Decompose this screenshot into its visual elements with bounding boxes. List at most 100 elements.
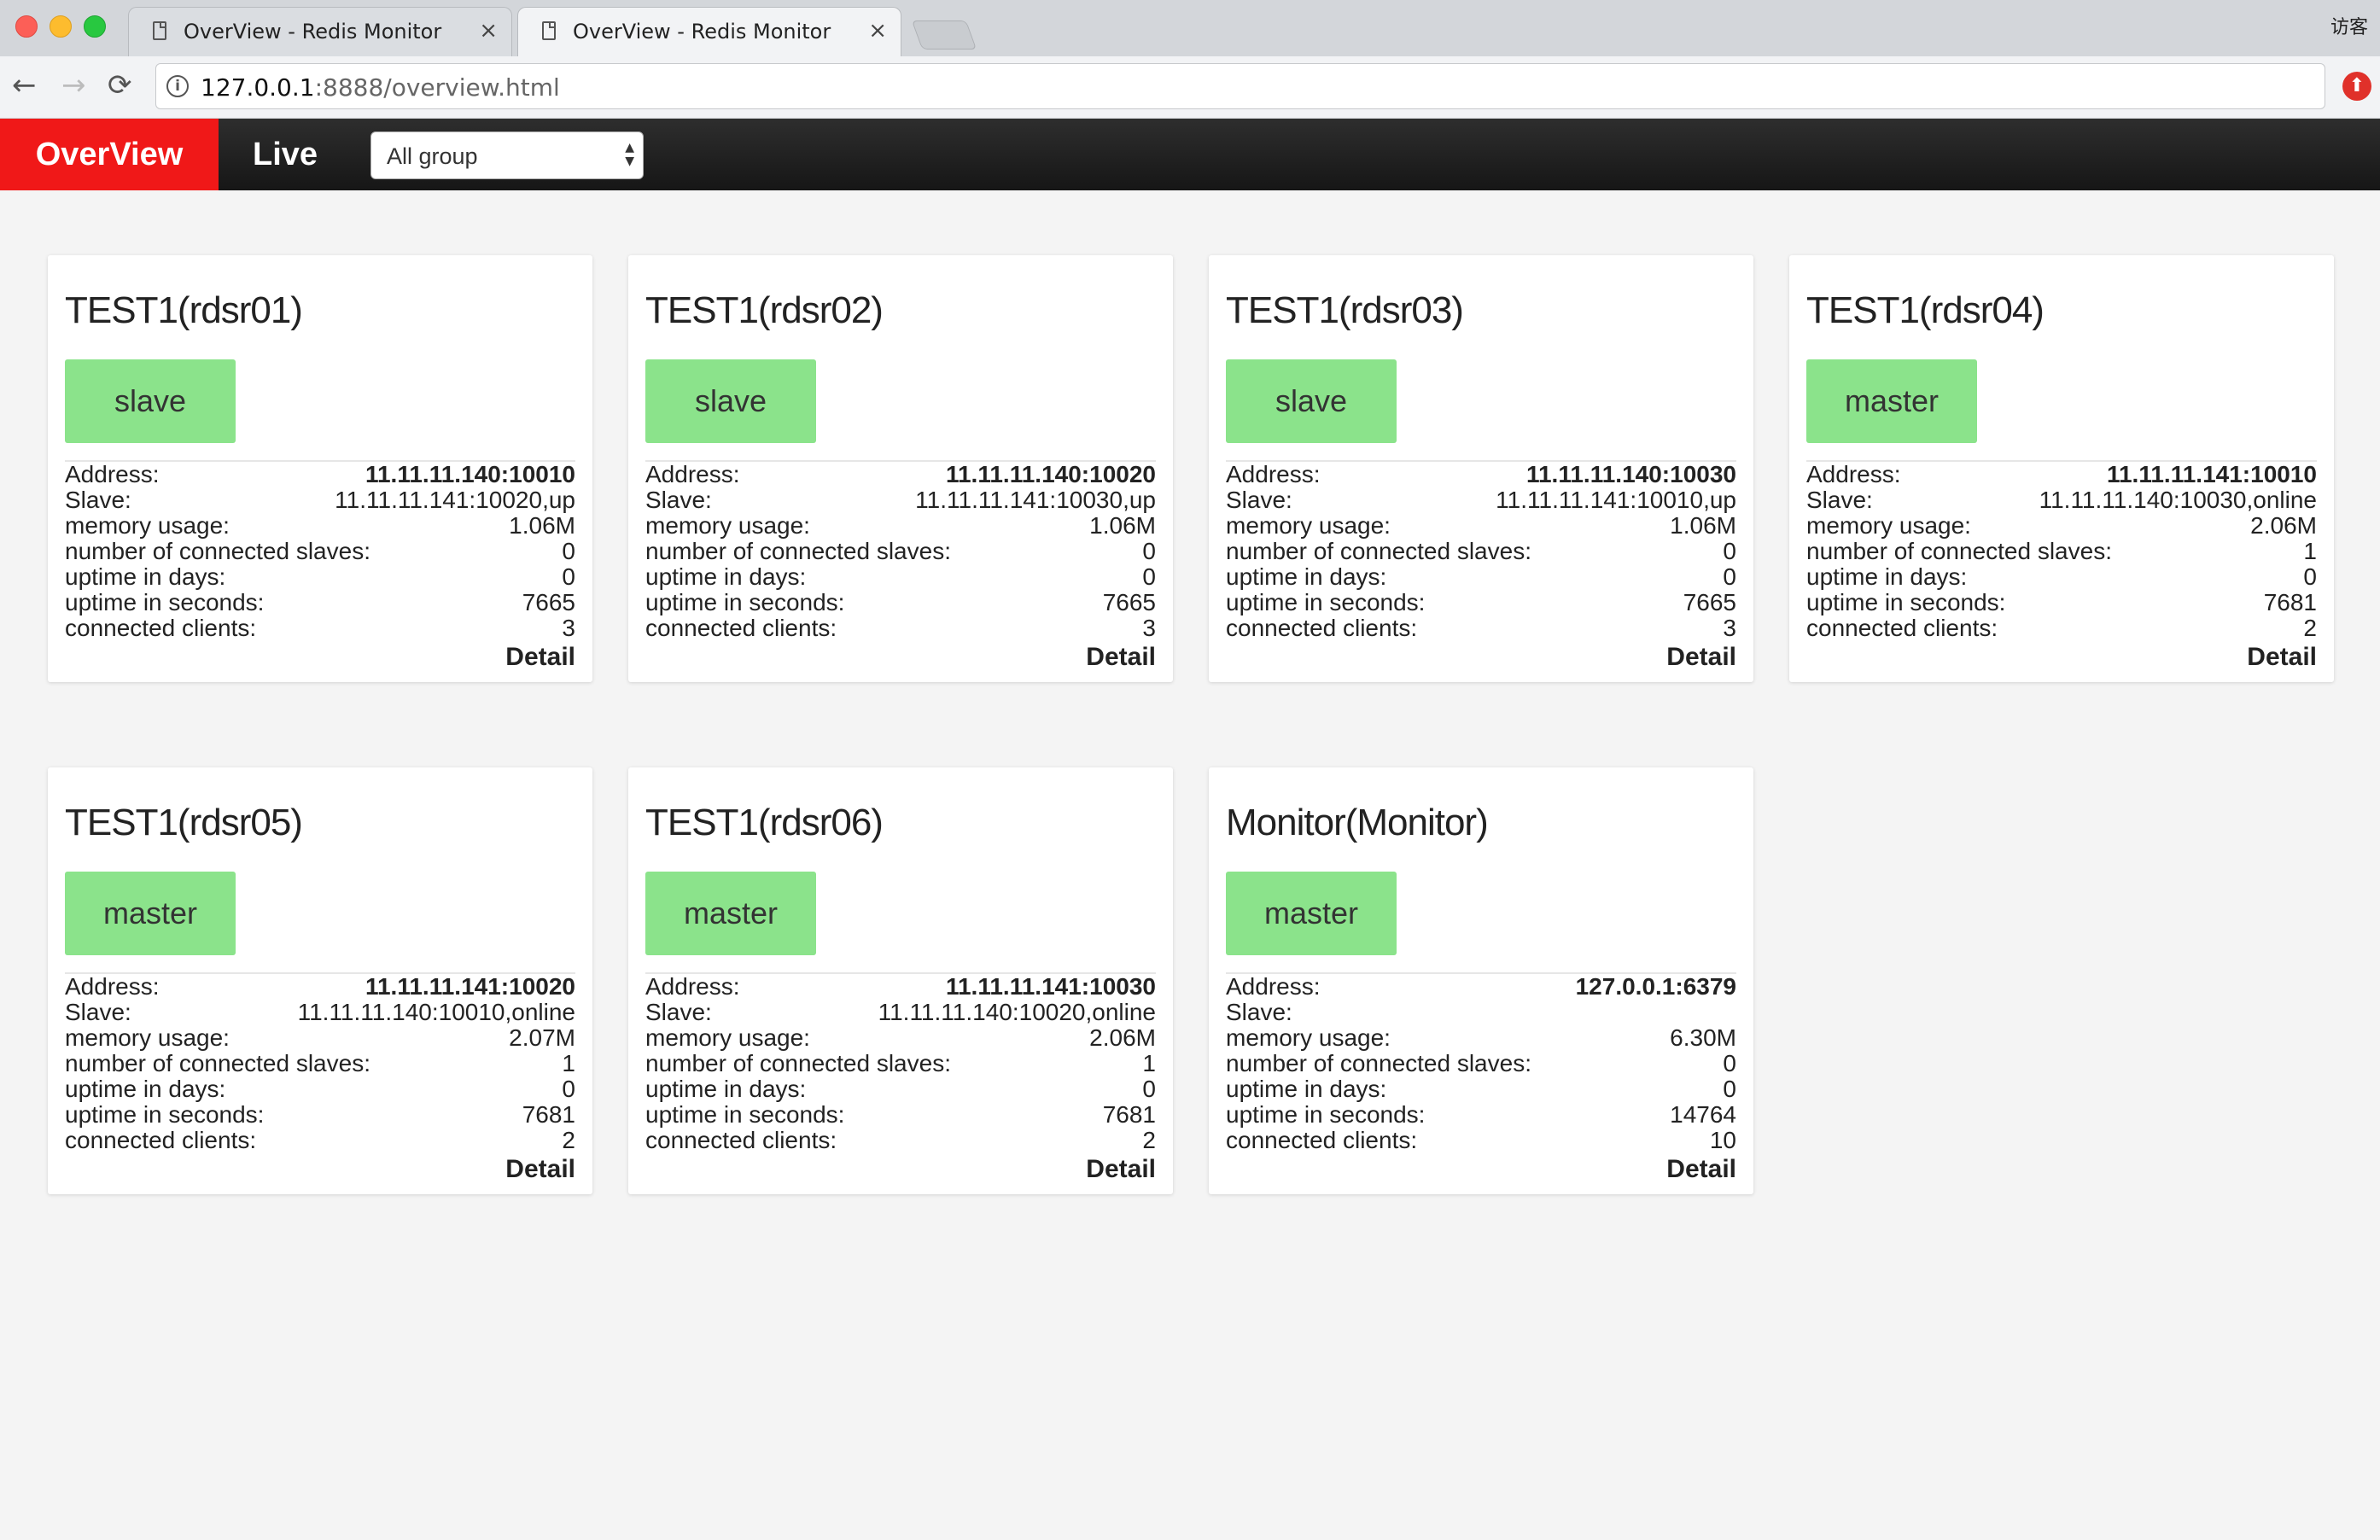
stats-list: Address: 11.11.11.140:10020 Slave: 11.11…: [645, 462, 1156, 641]
stat-label: memory usage:: [645, 1024, 810, 1051]
stat-value: 7681: [1102, 1101, 1156, 1128]
stat-clients: connected clients: 3: [1226, 615, 1736, 641]
stat-label: uptime in seconds:: [1226, 589, 1426, 615]
window-zoom-icon[interactable]: [84, 15, 106, 38]
browser-tab-2[interactable]: OverView - Redis Monitor ×: [517, 7, 901, 58]
browser-tab-1[interactable]: OverView - Redis Monitor ×: [128, 7, 512, 56]
stats-list: Address: 11.11.11.141:10030 Slave: 11.11…: [645, 974, 1156, 1153]
stat-value: 10: [1709, 1127, 1736, 1153]
stat-address: Address: 11.11.11.140:10010: [65, 462, 575, 487]
stat-value: 1: [1142, 1050, 1156, 1076]
stat-value: 11.11.11.141:10030: [945, 973, 1156, 1000]
app-navbar: OverView Live All group ▲ ▼: [0, 119, 2380, 190]
detail-link[interactable]: Detail: [1086, 1155, 1156, 1184]
stat-value: 1.06M: [1089, 512, 1156, 539]
nav-overview-link[interactable]: OverView: [0, 119, 219, 190]
stat-label: connected clients:: [65, 615, 257, 641]
window-minimize-icon[interactable]: [50, 15, 72, 38]
detail-link[interactable]: Detail: [505, 643, 575, 672]
stat-value: 11.11.11.141:10010: [2106, 461, 2317, 487]
stat-value: 2: [1142, 1127, 1156, 1153]
stat-value: 2: [562, 1127, 575, 1153]
stat-value: 11.11.11.141:10030,up: [915, 487, 1156, 513]
card-title: TEST1(rdsr03): [1226, 289, 1464, 331]
detail-link[interactable]: Detail: [2247, 643, 2317, 672]
stat-value: 1.06M: [509, 512, 575, 539]
stat-address: Address: 11.11.11.141:10010: [1806, 462, 2317, 487]
stat-value: 7665: [522, 589, 575, 615]
detail-link[interactable]: Detail: [505, 1155, 575, 1184]
stat-value: 0: [1723, 538, 1736, 564]
server-card: TEST1(rdsr03) slave Address: 11.11.11.14…: [1209, 255, 1753, 682]
tab-close-icon[interactable]: ×: [479, 18, 498, 44]
stat-label: Slave:: [645, 487, 712, 513]
browser-toolbar: ← → ⟳ i 127.0.0.1:8888/overview.html ⬆: [0, 56, 2380, 119]
stat-slave: Slave: 11.11.11.141:10020,up: [65, 487, 575, 513]
card-title: TEST1(rdsr06): [645, 802, 884, 843]
forward-arrow-icon[interactable]: →: [61, 68, 86, 102]
stat-address: Address: 11.11.11.140:10020: [645, 462, 1156, 487]
stat-value: 11.11.11.141:10010,up: [1496, 487, 1736, 513]
stat-address: Address: 11.11.11.141:10030: [645, 974, 1156, 1000]
info-icon[interactable]: i: [166, 75, 189, 97]
stat-uptime-seconds: uptime in seconds: 7681: [645, 1102, 1156, 1128]
stat-value: 1.06M: [1670, 512, 1736, 539]
address-bar[interactable]: i 127.0.0.1:8888/overview.html: [155, 63, 2325, 109]
stat-label: memory usage:: [65, 512, 230, 539]
stat-uptime-days: uptime in days: 0: [645, 1076, 1156, 1102]
stat-value: 2.06M: [1089, 1024, 1156, 1051]
detail-link[interactable]: Detail: [1666, 643, 1736, 672]
stat-label: Slave:: [65, 487, 131, 513]
url-host: 127.0.0.1: [201, 73, 315, 102]
stat-memory: memory usage: 2.07M: [65, 1025, 575, 1051]
stat-label: Slave:: [65, 999, 131, 1025]
window-close-icon[interactable]: [15, 15, 38, 38]
stats-list: Address: 127.0.0.1:6379 Slave: memory us…: [1226, 974, 1736, 1153]
stat-value: 0: [1142, 563, 1156, 590]
role-badge: master: [65, 872, 236, 955]
stat-uptime-seconds: uptime in seconds: 7681: [1806, 590, 2317, 615]
stat-value: 11.11.11.140:10010: [365, 461, 575, 487]
stat-value: 0: [562, 538, 575, 564]
tab-close-icon[interactable]: ×: [868, 18, 887, 44]
stat-clients: connected clients: 3: [65, 615, 575, 641]
detail-link[interactable]: Detail: [1666, 1155, 1736, 1184]
guest-profile-label[interactable]: 访客: [2330, 12, 2368, 39]
stat-value: 14764: [1670, 1101, 1736, 1128]
stat-label: uptime in seconds:: [65, 1101, 265, 1128]
stat-value: 11.11.11.140:10010,online: [297, 999, 575, 1025]
stats-list: Address: 11.11.11.140:10010 Slave: 11.11…: [65, 462, 575, 641]
url-text[interactable]: 127.0.0.1:8888/overview.html: [201, 73, 560, 102]
stat-uptime-days: uptime in days: 0: [65, 564, 575, 590]
stat-slaves-count: number of connected slaves: 0: [1226, 1051, 1736, 1076]
new-tab-button[interactable]: [911, 20, 977, 50]
reload-icon[interactable]: ⟳: [108, 68, 132, 102]
nav-live-link[interactable]: Live: [253, 119, 318, 190]
stat-uptime-days: uptime in days: 0: [645, 564, 1156, 590]
tab-title: OverView - Redis Monitor: [573, 20, 831, 44]
stats-list: Address: 11.11.11.141:10020 Slave: 11.11…: [65, 974, 575, 1153]
stat-slaves-count: number of connected slaves: 0: [65, 539, 575, 564]
document-icon: [153, 21, 166, 40]
role-badge: slave: [645, 359, 816, 443]
stat-label: connected clients:: [645, 615, 837, 641]
role-badge: master: [1226, 872, 1397, 955]
stat-value: 1: [2303, 538, 2317, 564]
group-select[interactable]: All group ▲ ▼: [370, 131, 644, 179]
url-path: :8888/overview.html: [314, 73, 560, 102]
extension-icon[interactable]: ⬆: [2342, 72, 2371, 101]
stat-slave: Slave: 11.11.11.141:10030,up: [645, 487, 1156, 513]
stat-memory: memory usage: 2.06M: [645, 1025, 1156, 1051]
server-card: TEST1(rdsr05) master Address: 11.11.11.1…: [48, 767, 592, 1194]
stat-slave: Slave: 11.11.11.140:10010,online: [65, 1000, 575, 1025]
stat-label: Address:: [1226, 461, 1321, 487]
stat-label: Address:: [645, 973, 740, 1000]
group-select-value: All group: [387, 143, 478, 169]
stat-value: 0: [562, 563, 575, 590]
stat-value: 6.30M: [1670, 1024, 1736, 1051]
detail-link[interactable]: Detail: [1086, 643, 1156, 672]
stat-label: uptime in days:: [1226, 1076, 1387, 1102]
stat-clients: connected clients: 2: [1806, 615, 2317, 641]
back-arrow-icon[interactable]: ←: [12, 68, 37, 102]
stat-slaves-count: number of connected slaves: 1: [645, 1051, 1156, 1076]
